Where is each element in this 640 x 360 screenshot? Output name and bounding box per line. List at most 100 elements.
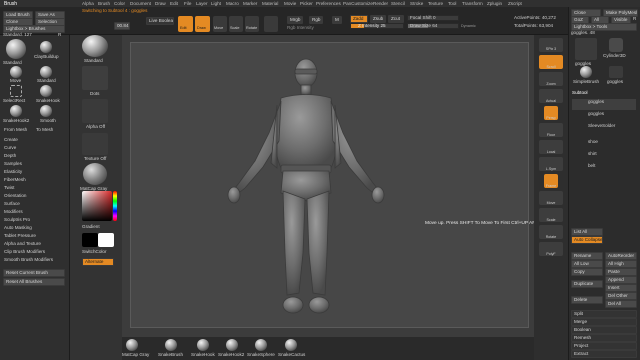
texture-icon[interactable]: [82, 133, 108, 155]
menu-edit[interactable]: Edit: [170, 1, 178, 6]
rgb-button[interactable]: Rgb: [309, 16, 323, 24]
material-thumb[interactable]: [83, 163, 107, 185]
r-label[interactable]: R: [58, 32, 61, 38]
menu-file[interactable]: File: [184, 1, 191, 6]
all-low-button[interactable]: All Low: [571, 260, 603, 268]
section-create[interactable]: Create: [4, 137, 18, 143]
live-boolean-button[interactable]: Live Boolean: [146, 17, 174, 25]
menu-render[interactable]: Render: [373, 1, 388, 6]
rotate-button[interactable]: Rotate: [245, 16, 259, 32]
duplicate-button[interactable]: Duplicate: [571, 280, 603, 288]
r-button[interactable]: R: [633, 16, 636, 22]
section-fibermesh[interactable]: FiberMesh: [4, 177, 26, 183]
draw-size-slider[interactable]: Draw Size 64: [407, 23, 459, 29]
list-all-button[interactable]: List All: [571, 228, 603, 236]
dynamic-label[interactable]: Dynamic: [461, 23, 476, 29]
zsub-button[interactable]: Zsub: [370, 15, 386, 23]
current-brush-thumb[interactable]: [82, 35, 108, 57]
menu-picker[interactable]: Picker: [300, 1, 313, 6]
menu-macro[interactable]: Macro: [226, 1, 239, 6]
reset-current-brush-button[interactable]: Reset Current Brush: [3, 269, 65, 277]
menu-marker[interactable]: Marker: [243, 1, 257, 6]
section-alpha-texture[interactable]: Alpha and Texture: [4, 241, 41, 247]
subtool-row-shoe[interactable]: shoe: [572, 135, 636, 146]
simplebrush-icon[interactable]: [580, 66, 592, 78]
paste-button[interactable]: Paste: [605, 268, 637, 276]
draw-button[interactable]: Draw: [195, 16, 210, 32]
reset-all-brushes-button[interactable]: Reset All Brushes: [3, 278, 65, 286]
rgb-intensity-label[interactable]: Rgb Intensity: [287, 25, 314, 31]
menu-transform[interactable]: Transform: [462, 1, 483, 6]
z-intensity-slider[interactable]: Z Intensity 25: [350, 23, 404, 29]
menu-document[interactable]: Document: [130, 1, 151, 6]
zadd-button[interactable]: Zadd: [350, 15, 368, 23]
snakehook-brush-thumb[interactable]: [40, 85, 52, 97]
section-twist[interactable]: Twist: [4, 185, 14, 191]
copy-button[interactable]: Copy: [571, 268, 603, 276]
section-samples[interactable]: Samples: [4, 161, 22, 167]
scale-button[interactable]: Scale: [229, 16, 243, 32]
matcap-gray-thumb[interactable]: [126, 339, 138, 351]
snakebrush-thumb[interactable]: [165, 339, 177, 351]
subtool-row-belt[interactable]: belt: [572, 159, 636, 170]
viewport[interactable]: Move up. Press SHIFT To Move To First Ct…: [122, 35, 547, 337]
m-button[interactable]: M: [332, 16, 342, 24]
section-curve[interactable]: Curve: [4, 145, 16, 151]
subtool-row-goggles[interactable]: goggles: [572, 111, 636, 122]
secondary-color-swatch[interactable]: [98, 233, 114, 247]
section-smooth-brush-modifiers[interactable]: Smooth Brush Modifiers: [4, 257, 53, 263]
all-high-button[interactable]: All High: [605, 260, 637, 268]
split-button[interactable]: Split: [571, 310, 637, 318]
main-color-swatch[interactable]: [82, 233, 98, 247]
autoreorder-button[interactable]: AutoReorder: [605, 252, 637, 260]
menu-color[interactable]: Color: [114, 1, 125, 6]
del-all-button[interactable]: Del All: [605, 300, 637, 308]
subtool-row-shirt[interactable]: shirt: [572, 147, 636, 158]
menu-stencil[interactable]: Stencil: [391, 1, 405, 6]
snakehook2-brush-thumb[interactable]: [10, 105, 22, 117]
subtool-row-sleevesolder[interactable]: SleeveSolder: [572, 123, 636, 134]
section-elasticity[interactable]: Elasticity: [4, 169, 22, 175]
goggles-tool-thumb[interactable]: [575, 38, 597, 60]
menu-tool[interactable]: Tool: [448, 1, 456, 6]
snakehook2-thumb[interactable]: [226, 339, 238, 351]
sphere-icon[interactable]: [264, 16, 278, 32]
hue-slider[interactable]: [113, 191, 117, 221]
delete-button[interactable]: Delete: [571, 296, 603, 304]
insert-button[interactable]: Insert: [605, 284, 637, 292]
standard2-brush-thumb[interactable]: [40, 66, 52, 78]
zcut-button[interactable]: Zcut: [388, 15, 404, 23]
to-mesh-button[interactable]: To Mesh: [36, 127, 53, 133]
snakecactus-thumb[interactable]: [285, 339, 297, 351]
del-other-button[interactable]: Del Other: [605, 292, 637, 300]
from-mesh-button[interactable]: From Mesh: [4, 127, 27, 133]
menu-preferences[interactable]: Preferences: [316, 1, 341, 6]
append-button[interactable]: Append: [605, 276, 637, 284]
mrgb-button[interactable]: Mrgb: [287, 16, 303, 24]
document-canvas[interactable]: [130, 42, 529, 328]
snakesphere-thumb[interactable]: [255, 339, 267, 351]
selectrect-icon[interactable]: [10, 85, 22, 97]
size-value-button[interactable]: 00.84: [114, 22, 130, 30]
rename-button[interactable]: Rename: [571, 252, 603, 260]
menu-layer[interactable]: Layer: [196, 1, 208, 6]
menu-alpha[interactable]: Alpha: [82, 1, 94, 6]
menu-pancustomize[interactable]: PanCustomize: [343, 1, 373, 6]
dots-stroke-icon[interactable]: [82, 66, 108, 90]
extract-button[interactable]: Extract: [571, 350, 637, 358]
character-model[interactable]: [131, 43, 530, 329]
menu-zscript[interactable]: Zscript: [508, 1, 522, 6]
move-brush-thumb[interactable]: [10, 66, 22, 78]
alpha-icon[interactable]: [82, 99, 108, 123]
menu-draw[interactable]: Draw: [155, 1, 166, 6]
claybuildup-brush-thumb[interactable]: [40, 41, 52, 53]
switch-color-label[interactable]: SwitchColor: [82, 249, 107, 254]
menu-stroke[interactable]: Stroke: [410, 1, 423, 6]
auto-collapse-button[interactable]: Auto Collapse: [571, 236, 603, 244]
section-sculptris-pro[interactable]: Sculptris Pro: [4, 217, 30, 223]
color-picker[interactable]: [82, 191, 112, 221]
goggles-small-icon[interactable]: [609, 66, 623, 78]
section-depth[interactable]: Depth: [4, 153, 16, 159]
menu-brush[interactable]: Brush: [98, 1, 110, 6]
boolean-button[interactable]: Boolean: [571, 326, 637, 334]
